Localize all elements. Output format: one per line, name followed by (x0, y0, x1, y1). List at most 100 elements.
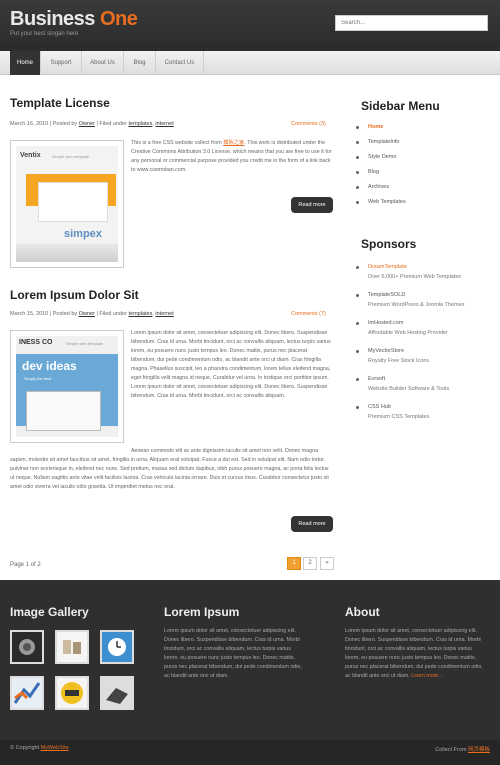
post-thumbnail[interactable]: INESS CO Simple web template dev ideas S… (10, 330, 124, 443)
post-meta: March 15, 2010 | Posted by Owner | Filed… (10, 311, 174, 317)
collect-prefix: Collect From (435, 747, 468, 753)
thumb-window (38, 182, 108, 222)
gallery-image (57, 632, 87, 662)
bullet-icon (356, 186, 359, 189)
site-link[interactable]: MyWebSite (41, 745, 69, 751)
category-link[interactable]: internet (155, 311, 173, 317)
nav-about-us[interactable]: About Us (82, 51, 124, 75)
sidebar-item-home[interactable]: Home (356, 124, 406, 139)
author-link[interactable]: Owner (79, 121, 95, 127)
gallery-thumb[interactable] (10, 676, 44, 710)
footer: Image Gallery Lorem Ipsum Lorem ipsum do… (0, 580, 500, 740)
gallery-title: Image Gallery (10, 605, 89, 619)
sidebar-item-label: Archives (368, 184, 390, 190)
source-link[interactable]: 模板之家 (223, 140, 244, 146)
next-page-button[interactable]: » (320, 557, 334, 570)
read-more-button[interactable]: Read more (291, 197, 333, 213)
post-date: March 15, 2010 (10, 311, 49, 317)
sponsors-title: Sponsors (361, 237, 417, 251)
thumb-window (26, 391, 101, 431)
pagination-label: Page 1 of 2 (10, 562, 41, 568)
gallery-thumb[interactable] (10, 630, 44, 664)
sponsor-item[interactable]: ImHosted.com Affordable Web Hosting Provi… (356, 320, 464, 348)
tagline: Put your best slogan here (10, 31, 79, 37)
gallery-thumb[interactable] (100, 676, 134, 710)
search-input[interactable] (335, 15, 488, 31)
bullet-icon (356, 156, 359, 159)
bullet-icon (356, 378, 359, 381)
sponsor-item[interactable]: Evrsoft Website Builder Software & Tools (356, 376, 464, 404)
posted-by-label: Posted by (52, 311, 78, 317)
collect-from: Collect From 网页模板 (435, 745, 490, 753)
sponsor-name: TemplateSOLD (368, 292, 406, 298)
sponsor-name: CSS Hub (368, 404, 391, 410)
about-body: Lorem ipsum dolor sit amet, consectetuer… (345, 628, 483, 679)
gallery-image (12, 632, 42, 662)
category-link[interactable]: templates (128, 121, 152, 127)
sponsors-list: DreamTemplate Over 6,000+ Premium Web Tem… (356, 264, 464, 432)
gallery-image (12, 678, 42, 708)
post-title[interactable]: Template License (10, 96, 110, 110)
learn-more-link[interactable]: Learn more... (411, 673, 443, 679)
lorem-title: Lorem Ipsum (164, 605, 240, 619)
comments-link[interactable]: Comments (7) (291, 311, 326, 317)
post-title[interactable]: Lorem Ipsum Dolor Sit (10, 288, 139, 302)
gallery-thumb[interactable] (100, 630, 134, 664)
thumb-brand: INESS CO (19, 339, 53, 346)
sponsor-name: DreamTemplate (368, 264, 407, 270)
thumb-brand: Ventix (20, 152, 41, 159)
sponsor-name: Evrsoft (368, 376, 386, 382)
nav-contact-us[interactable]: Contact Us (156, 51, 204, 75)
about-text: Lorem ipsum dolor sit amet, consectetuer… (345, 627, 487, 681)
bullet-icon (356, 322, 359, 325)
sidebar-item-archives[interactable]: Archives (356, 184, 406, 199)
bullet-icon (356, 350, 359, 353)
sponsor-desc: Website Builder Software & Tools (368, 386, 450, 392)
thumb-subtitle: Simple web template (52, 154, 90, 159)
sponsor-desc: Affordable Web Hosting Provider (368, 330, 448, 336)
post-excerpt: This is a free CSS website collect from … (131, 139, 333, 175)
gallery-thumb[interactable] (55, 676, 89, 710)
post-meta: March 16, 2010 | Posted by Owner | Filed… (10, 121, 174, 127)
sidebar-item-templateinfo[interactable]: TemplateInfo (356, 139, 406, 154)
nav-blog[interactable]: Blog (124, 51, 156, 75)
sponsor-item[interactable]: CSS Hub Premium CSS Templates (356, 404, 464, 432)
thumb-tagline: Simply the best (24, 376, 52, 381)
sidebar-item-label: Web Templates (368, 199, 406, 205)
copyright: © Copyright MyWebSite (10, 745, 69, 751)
sidebar-item-label: Blog (368, 169, 380, 175)
page-2-button[interactable]: 2 (303, 557, 317, 570)
collect-link[interactable]: 网页模板 (468, 747, 490, 753)
sidebar-item-style-demo[interactable]: Style Demo (356, 154, 406, 169)
excerpt-text: This is a free CSS website collect from (131, 140, 224, 146)
nav-home[interactable]: Home (10, 51, 41, 75)
sidebar-item-label: Style Demo (368, 154, 397, 160)
filed-label: Filed under (99, 311, 127, 317)
filed-label: Filed under (99, 121, 127, 127)
bullet-icon (356, 126, 359, 129)
category-link[interactable]: internet (155, 121, 173, 127)
post-thumbnail[interactable]: Ventix Simple web template simpex (10, 140, 124, 268)
thumbnail-image: INESS CO Simple web template dev ideas S… (16, 336, 118, 437)
header: Business One Put your best slogan here (0, 0, 500, 51)
sponsor-desc: Premium CSS Templates (368, 414, 430, 420)
nav-support[interactable]: Support (41, 51, 82, 75)
sponsor-item[interactable]: MyVectorStore Royalty Free Stock Icons (356, 348, 464, 376)
thumbnail-image: Ventix Simple web template simpex (16, 146, 118, 262)
category-link[interactable]: templates (128, 311, 152, 317)
bullet-icon (356, 141, 359, 144)
sidebar-item-label: Home (368, 124, 384, 130)
gallery-image (57, 678, 87, 708)
author-link[interactable]: Owner (79, 311, 95, 317)
sponsor-item[interactable]: TemplateSOLD Premium WordPress & Joomla T… (356, 292, 464, 320)
sponsor-item[interactable]: DreamTemplate Over 6,000+ Premium Web Tem… (356, 264, 464, 292)
sidebar-item-label: TemplateInfo (368, 139, 400, 145)
sidebar-item-blog[interactable]: Blog (356, 169, 406, 184)
sponsor-name: MyVectorStore (368, 348, 405, 354)
logo[interactable]: Business One (10, 8, 138, 31)
sidebar-item-web-templates[interactable]: Web Templates (356, 199, 406, 214)
page-1-button[interactable]: 1 (287, 557, 301, 570)
comments-link[interactable]: Comments (3) (291, 121, 326, 127)
gallery-thumb[interactable] (55, 630, 89, 664)
read-more-button[interactable]: Read more (291, 516, 333, 532)
